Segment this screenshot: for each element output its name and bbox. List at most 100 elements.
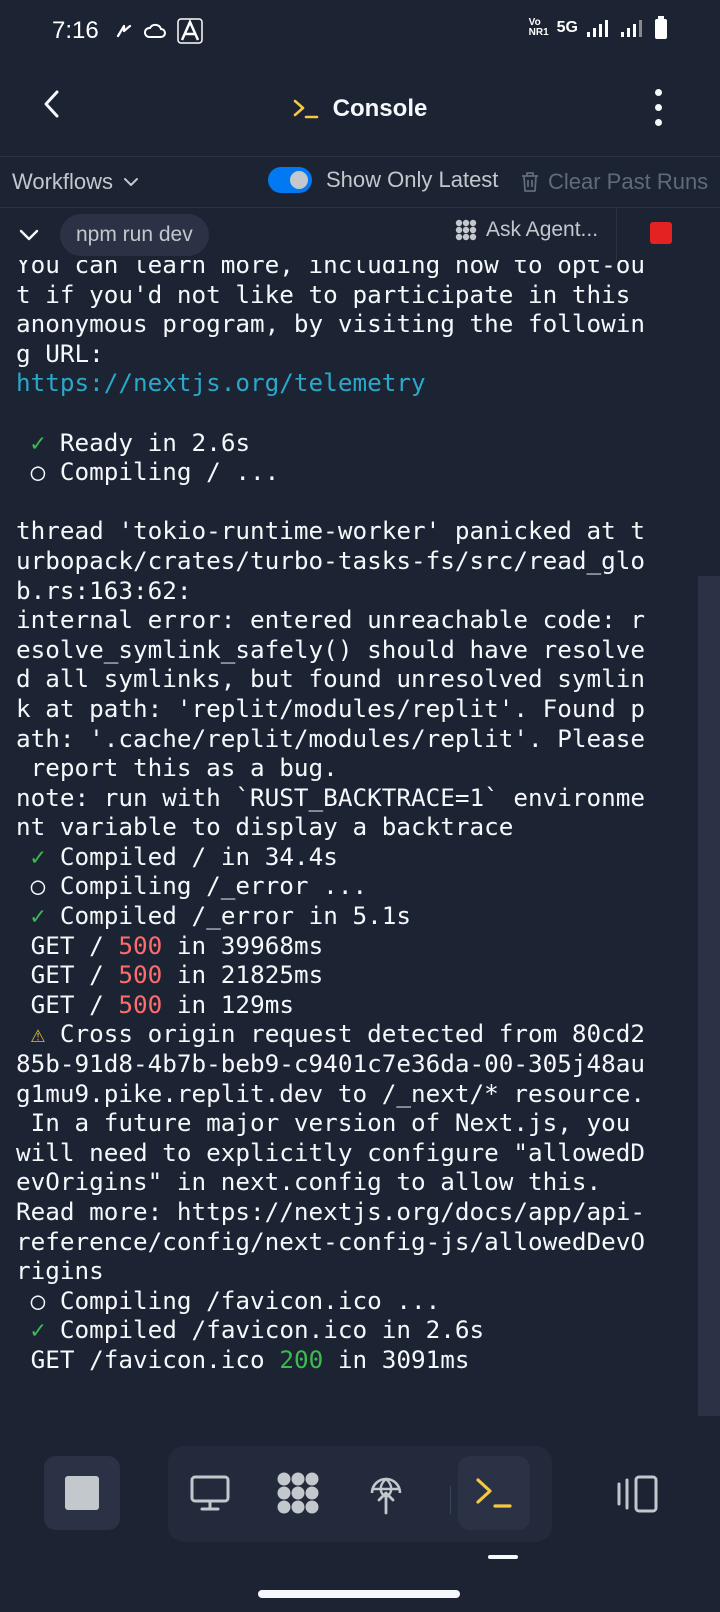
- console-line: ✓ Compiled /_error in 5.1s: [16, 901, 706, 931]
- console-line: ○ Compiling /_error ...: [16, 871, 706, 901]
- status-left-icons: [115, 18, 203, 44]
- console-scrollbar[interactable]: [698, 576, 720, 1416]
- header-title-wrap: Console: [293, 95, 427, 123]
- console-line: will need to explicitly configure "allow…: [16, 1138, 706, 1168]
- console-line: note: run with `RUST_BACKTRACE=1` enviro…: [16, 783, 706, 813]
- console-line: ○ Compiling / ...: [16, 457, 706, 487]
- console-line: You can learn more, including how to opt…: [16, 260, 706, 280]
- battery-icon: [655, 16, 667, 39]
- console-text: urbopack/crates/turbo-tasks-fs/src/read_…: [16, 545, 646, 575]
- process-bar: npm run dev Ask Agent...: [0, 208, 720, 260]
- workflows-dropdown[interactable]: Workflows: [12, 169, 139, 195]
- console-green-text: ✓: [30, 427, 46, 457]
- console-text: GET /: [16, 960, 119, 990]
- show-only-latest-toggle-wrap: Show Only Latest: [268, 167, 498, 193]
- show-only-latest-toggle[interactable]: [268, 167, 312, 193]
- console-line: report this as a bug.: [16, 753, 706, 783]
- more-options-button[interactable]: [636, 82, 680, 132]
- monitor-icon: [190, 1475, 230, 1511]
- tool-console[interactable]: [458, 1456, 530, 1530]
- console-text: g URL:: [16, 338, 104, 368]
- console-line: GET / 500 in 21825ms: [16, 960, 706, 990]
- console-text: in 3091ms: [323, 1344, 470, 1374]
- console-text: nt variable to display a backtrace: [16, 812, 514, 842]
- command-label: npm run dev: [76, 223, 193, 246]
- console-line: ​: [16, 487, 706, 517]
- console-text: In a future major version of Next.js, yo…: [16, 1108, 631, 1138]
- console-red-text: 500: [118, 989, 163, 1019]
- console-text: 85b-91d8-4b7b-beb9-c9401c7e36da-00-305j4…: [16, 1049, 646, 1079]
- console-line: ​: [16, 398, 706, 428]
- console-line: 85b-91d8-4b7b-beb9-c9401c7e36da-00-305j4…: [16, 1049, 706, 1079]
- network-label: 5G: [556, 19, 578, 36]
- console-text: rigins: [16, 1256, 104, 1286]
- console-line: anonymous program, by visiting the follo…: [16, 309, 706, 339]
- console-text: Cross origin request detected from 80cd2: [45, 1019, 646, 1049]
- console-text: k at path: 'replit/modules/replit'. Foun…: [16, 693, 646, 723]
- console-text: Compiled /favicon.ico in 2.6s: [45, 1315, 485, 1345]
- console-text: ath: '.cache/replit/modules/replit'. Ple…: [16, 723, 646, 753]
- stop-process-button[interactable]: [650, 222, 672, 244]
- console-green-text: 200: [279, 1344, 324, 1374]
- console-text: esolve_symlink_safely() should have reso…: [16, 634, 646, 664]
- panels-button[interactable]: [608, 1466, 668, 1522]
- console-text: note: run with `RUST_BACKTRACE=1` enviro…: [16, 782, 646, 812]
- console-line: ✓ Compiled / in 34.4s: [16, 842, 706, 872]
- console-text: t if you'd not like to participate in th…: [16, 279, 631, 309]
- cloud-icon: [143, 23, 166, 38]
- tool-agent[interactable]: [262, 1456, 334, 1530]
- console-line: ⚠ Cross origin request detected from 80c…: [16, 1019, 706, 1049]
- tool-webview[interactable]: [174, 1456, 246, 1530]
- back-button[interactable]: [30, 82, 74, 126]
- command-chip[interactable]: npm run dev: [60, 214, 209, 256]
- messenger-notification-icon: [116, 24, 131, 38]
- console-text: in 129ms: [162, 989, 294, 1019]
- workflows-label: Workflows: [12, 169, 114, 194]
- chevron-down-icon: [19, 229, 39, 241]
- console-line: evOrigins" in next.config to allow this.: [16, 1167, 706, 1197]
- signal-strength-icon: [587, 20, 608, 37]
- divider: [450, 1486, 451, 1514]
- console-line: g URL:: [16, 339, 706, 369]
- console-output[interactable]: You can learn more, including how to opt…: [0, 260, 720, 1410]
- console-line: GET / 500 in 39968ms: [16, 931, 706, 961]
- clear-past-runs-button[interactable]: Clear Past Runs: [520, 169, 708, 195]
- console-line: b.rs:163:62:: [16, 576, 706, 606]
- console-link-text[interactable]: https://nextjs.org/telemetry: [16, 368, 426, 397]
- stop-all-button[interactable]: [44, 1456, 120, 1530]
- console-text: ○ Compiling / ...: [16, 457, 280, 487]
- console-lines: You can learn more, including how to opt…: [16, 260, 706, 1375]
- kebab-dot: [654, 103, 662, 111]
- console-red-text: 500: [118, 930, 163, 960]
- terminal-prompt-icon: [293, 99, 318, 119]
- tool-tray: [168, 1446, 552, 1542]
- tool-deploy[interactable]: [350, 1456, 422, 1530]
- ask-agent-label: Ask Agent...: [486, 218, 599, 241]
- console-line: g1mu9.pike.replit.dev to /_next/* resour…: [16, 1079, 706, 1109]
- console-line: esolve_symlink_safely() should have reso…: [16, 635, 706, 665]
- console-line: GET / 500 in 129ms: [16, 990, 706, 1020]
- console-line: Read more: https://nextjs.org/docs/app/a…: [16, 1197, 706, 1227]
- ask-agent-button[interactable]: Ask Agent...: [454, 218, 598, 242]
- active-tab-indicator: [488, 1555, 518, 1559]
- console-line: d all symlinks, but found unresolved sym…: [16, 664, 706, 694]
- console-line: thread 'tokio-runtime-worker' panicked a…: [16, 516, 706, 546]
- home-indicator[interactable]: [258, 1590, 460, 1598]
- console-red-text: 500: [118, 960, 163, 990]
- console-text: d all symlinks, but found unresolved sym…: [16, 664, 646, 694]
- console-text: Read more: https://nextjs.org/docs/app/a…: [16, 1197, 646, 1226]
- chevron-left-icon: [44, 90, 59, 118]
- collapse-button[interactable]: [14, 220, 44, 250]
- console-line: urbopack/crates/turbo-tasks-fs/src/read_…: [16, 546, 706, 576]
- console-text: in 21825ms: [162, 960, 324, 990]
- console-line: nt variable to display a backtrace: [16, 812, 706, 842]
- console-text: internal error: entered unreachable code…: [16, 605, 646, 635]
- workflows-toolbar: Workflows Show Only Latest Clear Past Ru…: [0, 156, 720, 208]
- toggle-knob: [290, 171, 308, 189]
- console-line: ✓ Compiled /favicon.ico in 2.6s: [16, 1315, 706, 1345]
- console-line: reference/config/next-config-js/allowedD…: [16, 1227, 706, 1257]
- volte-label: Vo NR1: [528, 17, 549, 38]
